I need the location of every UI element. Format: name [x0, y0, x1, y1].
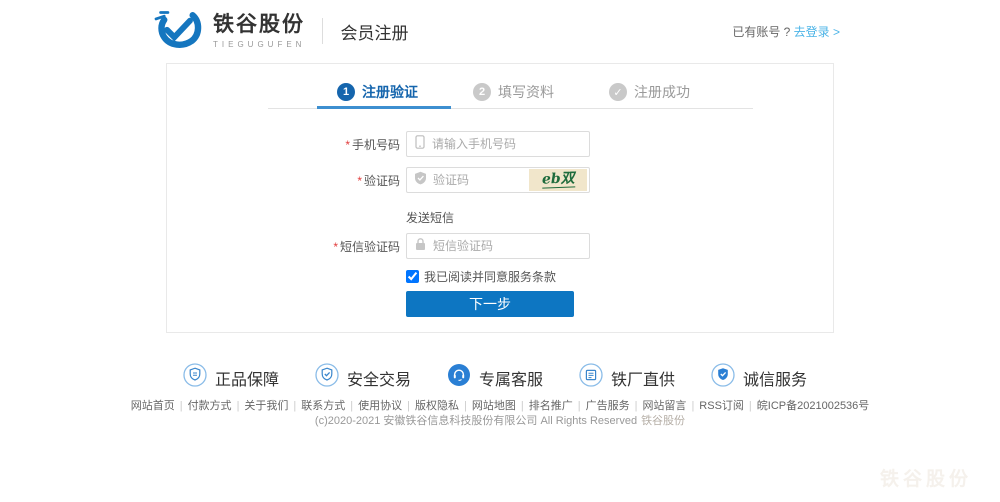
logo-subtitle: TIEGUGUFEN — [213, 40, 305, 49]
captcha-input-box: eb双 — [406, 167, 590, 193]
feature-support: 专属客服 — [447, 363, 543, 392]
phone-label: *手机号码 — [167, 136, 406, 153]
steps-bar: 1 注册验证 2 填写资料 ✓ 注册成功 — [337, 83, 690, 101]
factory-doc-icon — [579, 363, 603, 392]
footer-link[interactable]: 使用协议 — [358, 400, 415, 412]
phone-input-box — [406, 131, 590, 157]
agree-label: 我已阅读并同意服务条款 — [424, 268, 556, 285]
copyright-text: (c)2020-2021 安徽铁谷信息科技股份有限公司 All Rights R… — [315, 415, 637, 427]
feature-integrity: 诚信服务 — [711, 363, 807, 392]
register-form: *手机号码 *验证码 eb双 发送短信 — [167, 131, 833, 317]
sms-code-label: *短信验证码 — [167, 238, 406, 255]
lock-icon — [414, 237, 427, 256]
captcha-image[interactable]: eb双 — [529, 169, 587, 191]
sms-code-input[interactable] — [433, 239, 543, 253]
step-success: ✓ 注册成功 — [609, 83, 690, 101]
phone-icon — [414, 135, 426, 154]
footer-link[interactable]: 广告服务 — [586, 400, 643, 412]
footer-link[interactable]: 网站留言 — [642, 400, 699, 412]
feature-genuine: 正品保障 — [183, 363, 279, 392]
shield-solid-icon — [711, 363, 735, 392]
footer-link[interactable]: 网站地图 — [472, 400, 529, 412]
phone-label-text: 手机号码 — [352, 138, 400, 152]
footer-icp-link[interactable]: 皖ICP备2021002536号 — [757, 400, 870, 412]
captcha-input[interactable] — [433, 173, 495, 187]
feature-label: 安全交易 — [347, 366, 411, 390]
header-login-area: 已有账号 ? 去登录 > — [732, 23, 840, 40]
step-1-label: 注册验证 — [362, 82, 418, 102]
feature-label: 诚信服务 — [743, 366, 807, 390]
step-register-verify: 1 注册验证 — [337, 83, 418, 101]
phone-input[interactable] — [432, 137, 542, 151]
header: 铁谷股份 TIEGUGUFEN 会员注册 已有账号 ? 去登录 > — [0, 0, 1000, 62]
step-2-circle: 2 — [473, 83, 491, 101]
required-mark: * — [345, 138, 350, 152]
agree-checkbox[interactable] — [406, 270, 419, 283]
shield-check-icon — [315, 363, 339, 392]
feature-label: 正品保障 — [215, 366, 279, 390]
captcha-label-text: 验证码 — [364, 174, 400, 188]
phone-row: *手机号码 — [167, 131, 833, 157]
brand-watermark: 铁谷股份 — [880, 464, 972, 491]
steps-active-underline — [317, 106, 451, 109]
logo-text: 铁谷股份 TIEGUGUFEN — [213, 13, 305, 49]
captcha-label: *验证码 — [167, 172, 406, 189]
footer-links: 网站首页付款方式关于我们联系方式使用协议版权隐私网站地图排名推广广告服务网站留言… — [0, 397, 1000, 413]
sms-code-input-box — [406, 233, 590, 259]
sms-code-row: *短信验证码 — [167, 233, 833, 259]
footer-link[interactable]: RSS订阅 — [699, 400, 756, 412]
copyright-brand: 铁谷股份 — [641, 415, 685, 427]
footer-link[interactable]: 排名推广 — [529, 400, 586, 412]
footer-link[interactable]: 版权隐私 — [415, 400, 472, 412]
feature-label: 专属客服 — [479, 366, 543, 390]
captcha-image-text: eb双 — [541, 171, 574, 188]
header-divider — [322, 18, 323, 44]
headset-icon — [447, 363, 471, 392]
footer-link[interactable]: 关于我们 — [244, 400, 301, 412]
page-title: 会员注册 — [340, 19, 408, 44]
login-hint: 已有账号 ? — [732, 25, 793, 39]
footer-link[interactable]: 网站首页 — [131, 400, 188, 412]
features-bar: 正品保障 安全交易 专属客服 铁厂直供 诚信服务 — [183, 363, 807, 392]
required-mark: * — [333, 240, 338, 254]
feature-direct-supply: 铁厂直供 — [579, 363, 675, 392]
logo-name: 铁谷股份 — [213, 13, 305, 37]
step-3-label: 注册成功 — [634, 82, 690, 102]
feature-label: 铁厂直供 — [611, 366, 675, 390]
send-sms-link[interactable]: 发送短信 — [406, 211, 454, 225]
sms-code-label-text: 短信验证码 — [340, 240, 400, 254]
shield-badge-icon — [183, 363, 207, 392]
step-1-circle: 1 — [337, 83, 355, 101]
step-3-check-icon: ✓ — [609, 83, 627, 101]
footer-link[interactable]: 联系方式 — [301, 400, 358, 412]
logo-swoosh-icon — [152, 7, 204, 56]
next-step-button[interactable]: 下一步 — [406, 291, 574, 317]
shield-check-gray-icon — [414, 171, 427, 190]
required-mark: * — [357, 174, 362, 188]
step-2-label: 填写资料 — [498, 82, 554, 102]
register-card: 1 注册验证 2 填写资料 ✓ 注册成功 *手机号码 *验证码 — [166, 63, 834, 333]
agree-row: 我已阅读并同意服务条款 — [406, 269, 833, 283]
logo: 铁谷股份 TIEGUGUFEN — [152, 7, 305, 56]
copyright-line: (c)2020-2021 安徽铁谷信息科技股份有限公司 All Rights R… — [0, 412, 1000, 428]
captcha-row: *验证码 eb双 — [167, 167, 833, 193]
go-login-link[interactable]: 去登录 > — [794, 25, 840, 39]
feature-safe-trade: 安全交易 — [315, 363, 411, 392]
footer-link[interactable]: 付款方式 — [188, 400, 245, 412]
step-fill-info: 2 填写资料 — [473, 83, 554, 101]
